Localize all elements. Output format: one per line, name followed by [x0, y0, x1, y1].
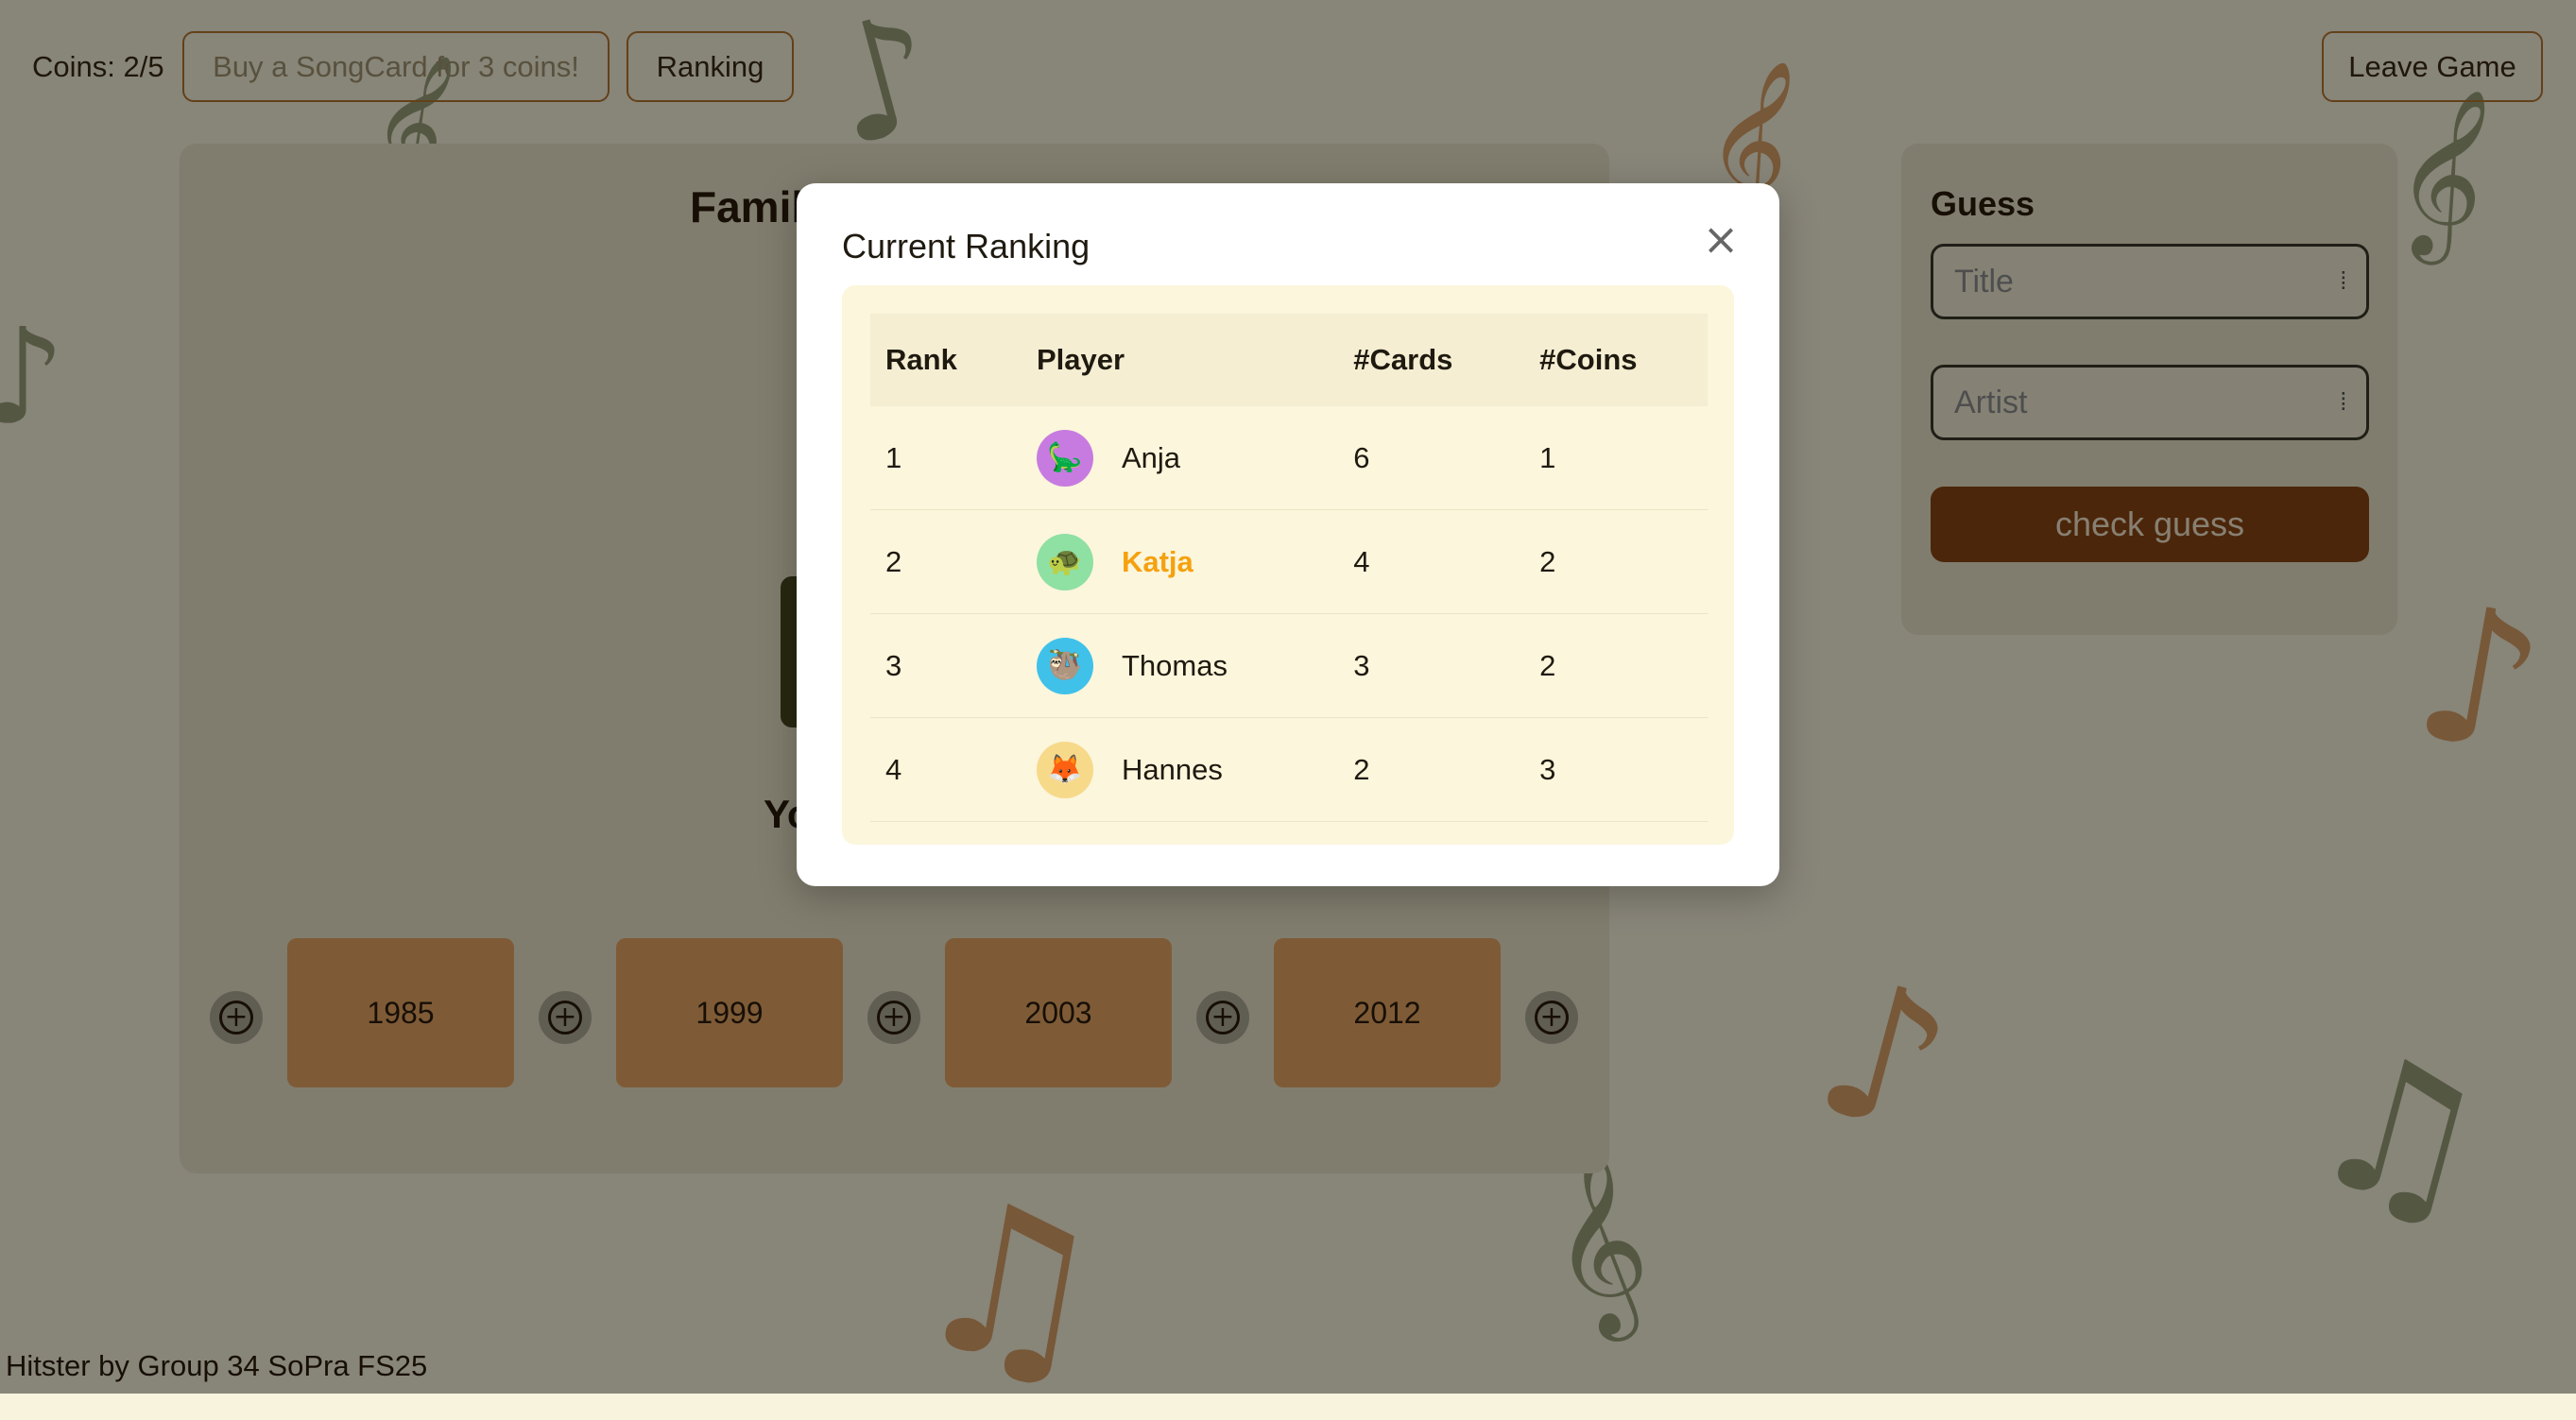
player-cell: 🦊 Hannes: [1021, 717, 1339, 822]
column-header-player: Player: [1021, 314, 1339, 406]
table-row: 2 🐢 Katja 4 2: [870, 509, 1708, 614]
ranking-modal: Current Ranking × Rank Player #Cards #Co…: [797, 183, 1779, 886]
turtle-icon: 🐢: [1036, 533, 1093, 590]
column-header-coins: #Coins: [1524, 314, 1708, 406]
cards-cell: 3: [1338, 613, 1525, 718]
coins-cell: 3: [1524, 717, 1708, 822]
player-cell: 🦕 Anja: [1021, 406, 1339, 510]
player-name: Hannes: [1121, 752, 1223, 786]
table-row: 3 🦥 Thomas 3 2: [870, 613, 1708, 718]
close-icon[interactable]: ×: [1699, 217, 1743, 261]
table-row: 1 🦕 Anja 6 1: [870, 406, 1708, 510]
table-row: 4 🦊 Hannes 2 3: [870, 717, 1708, 822]
ranking-table-container: Rank Player #Cards #Coins 1 🦕 Anja 6 1 2…: [842, 285, 1734, 845]
dinosaur-icon: 🦕: [1036, 429, 1093, 487]
player-name-current: Katja: [1121, 544, 1194, 578]
column-header-cards: #Cards: [1338, 314, 1525, 406]
coins-cell: 2: [1524, 509, 1708, 614]
column-header-rank: Rank: [870, 314, 1022, 406]
player-name: Anja: [1121, 440, 1181, 474]
sloth-icon: 🦥: [1036, 637, 1093, 694]
player-name: Thomas: [1121, 648, 1228, 682]
rank-cell: 3: [870, 613, 1022, 718]
coins-cell: 1: [1524, 406, 1708, 510]
fox-icon: 🦊: [1036, 741, 1093, 798]
coins-cell: 2: [1524, 613, 1708, 718]
cards-cell: 6: [1338, 406, 1525, 510]
rank-cell: 4: [870, 717, 1022, 822]
cards-cell: 2: [1338, 717, 1525, 822]
table-header-row: Rank Player #Cards #Coins: [870, 314, 1708, 406]
player-cell: 🦥 Thomas: [1021, 613, 1339, 718]
rank-cell: 2: [870, 509, 1022, 614]
modal-title: Current Ranking: [842, 227, 1091, 265]
cards-cell: 4: [1338, 509, 1525, 614]
ranking-table: Rank Player #Cards #Coins 1 🦕 Anja 6 1 2…: [870, 314, 1708, 822]
rank-cell: 1: [870, 406, 1022, 510]
player-cell: 🐢 Katja: [1021, 509, 1339, 614]
